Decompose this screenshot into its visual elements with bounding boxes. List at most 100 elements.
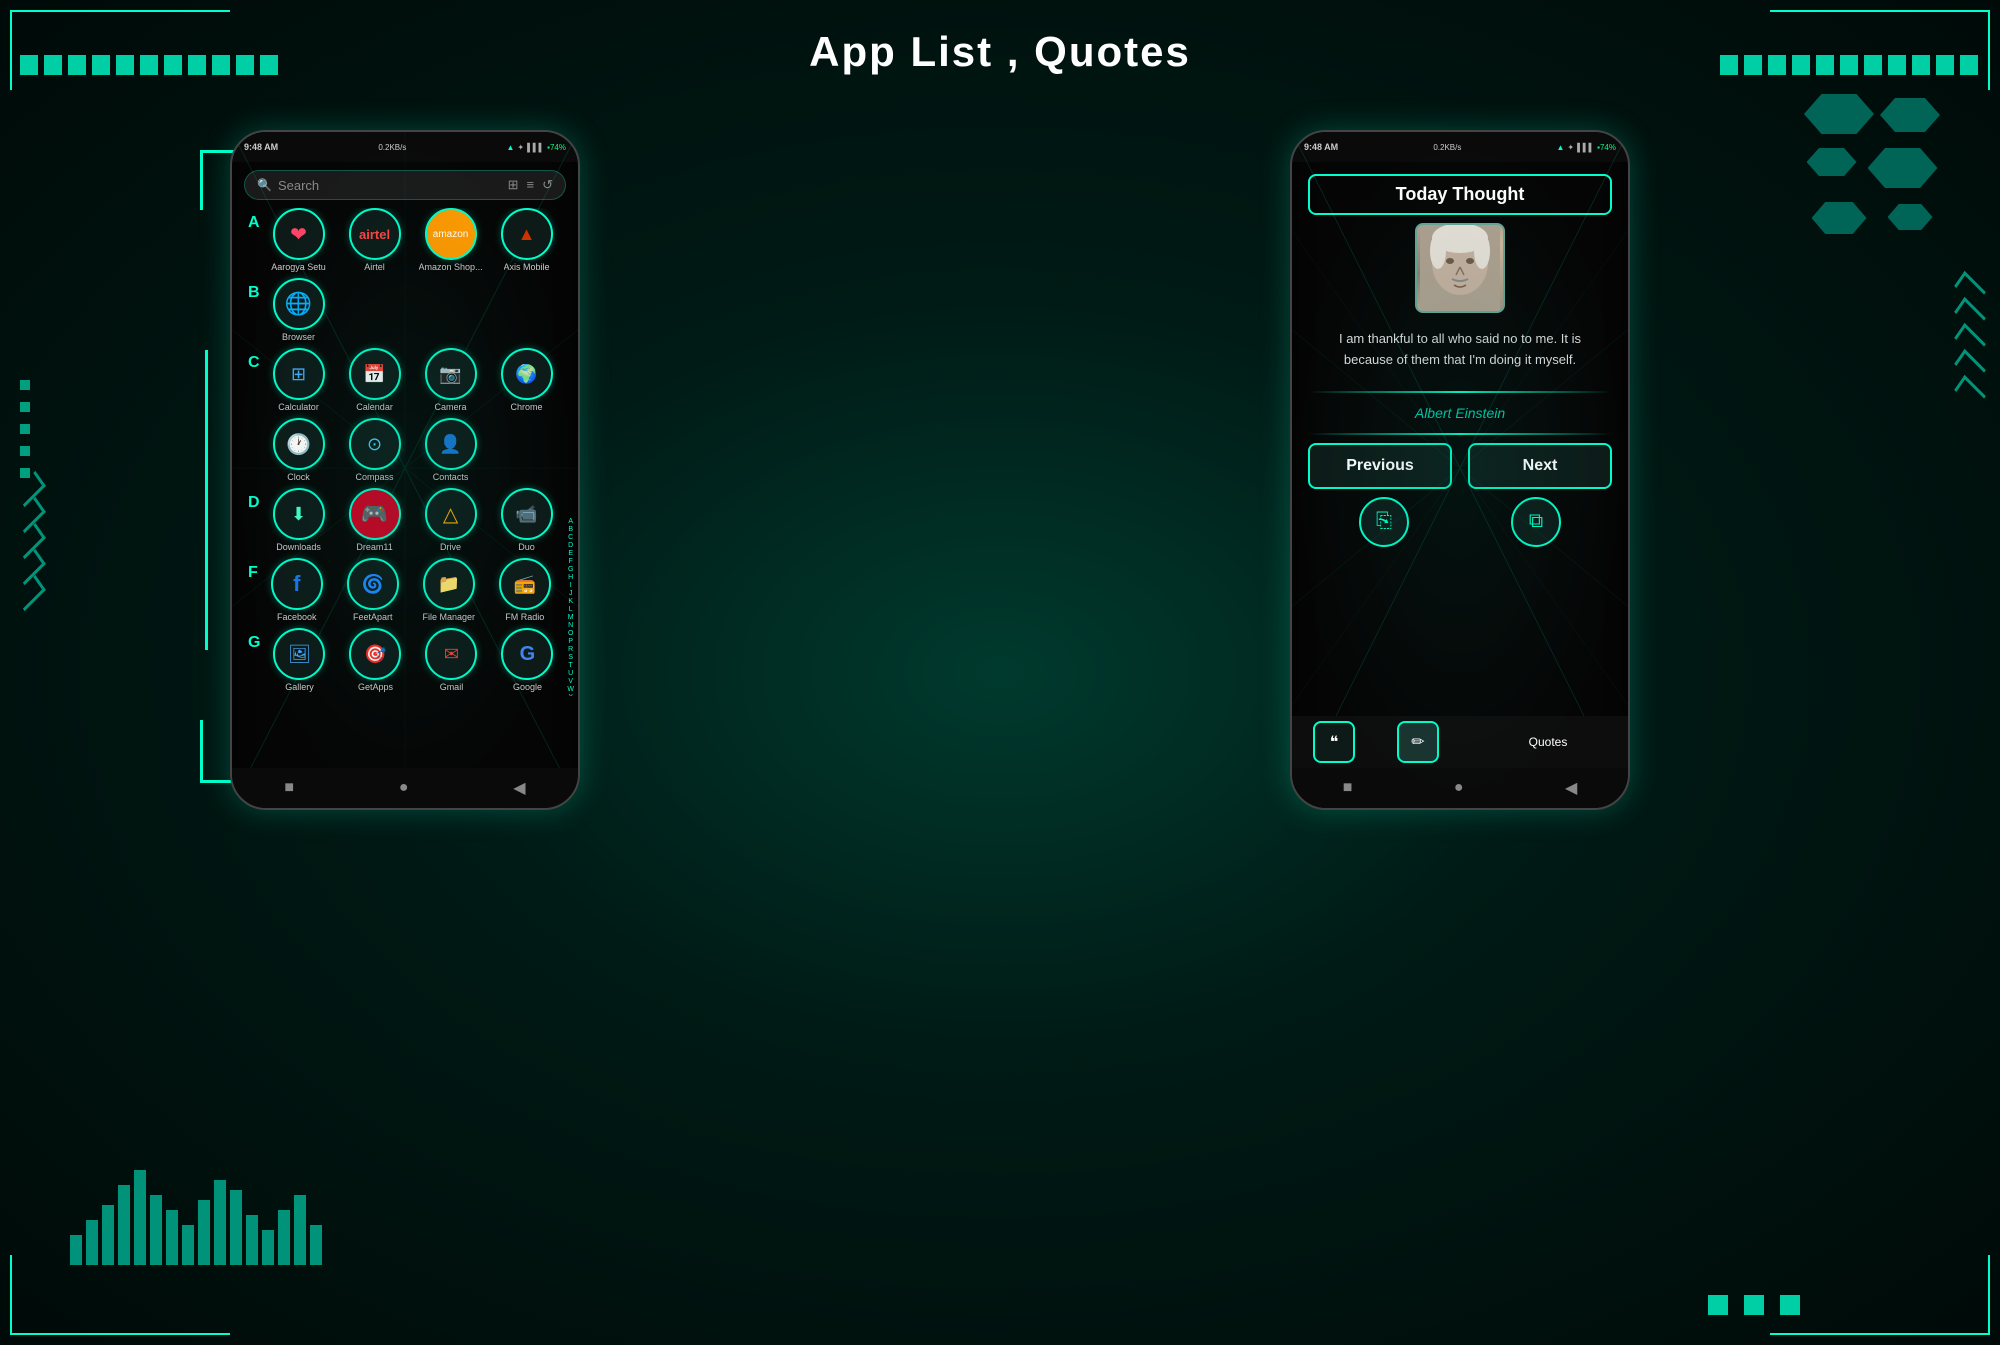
- dot-decoration: [20, 446, 30, 456]
- app-label-calendar: Calendar: [356, 402, 393, 412]
- bluetooth-icon: ✦: [517, 143, 524, 152]
- grid-view-icon[interactable]: ⊞: [508, 177, 519, 193]
- app-label-downloads: Downloads: [276, 542, 321, 552]
- nav-square-btn[interactable]: ■: [284, 779, 294, 797]
- app-label-drive: Drive: [440, 542, 461, 552]
- app-icon-clock[interactable]: 🕐: [273, 418, 325, 470]
- quotes-tab-btn[interactable]: ❝: [1313, 721, 1355, 763]
- app-icon-gallery[interactable]: 🖼: [273, 628, 325, 680]
- app-item-fmradio[interactable]: 📻 FM Radio: [490, 558, 560, 622]
- section-letter-d: D: [248, 494, 260, 512]
- app-icon-dream11[interactable]: 🎮: [349, 488, 401, 540]
- app-item-feetapart[interactable]: 🌀 FeetApart: [338, 558, 408, 622]
- quote-divider: [1308, 391, 1612, 393]
- app-item-clock[interactable]: 🕐 Clock: [264, 418, 334, 482]
- app-icon-google[interactable]: G: [501, 628, 553, 680]
- app-item-camera[interactable]: 📷 Camera: [416, 348, 486, 412]
- app-label-filemanager: File Manager: [423, 612, 476, 622]
- app-icon-contacts[interactable]: 👤: [425, 418, 477, 470]
- bar-item: [102, 1205, 114, 1265]
- app-icon-drive[interactable]: △: [425, 488, 477, 540]
- app-icon-compass[interactable]: ⊙: [349, 418, 401, 470]
- nav-home-btn[interactable]: ●: [399, 779, 409, 797]
- app-icon-fmradio[interactable]: 📻: [499, 558, 551, 610]
- tab-edit[interactable]: ✏: [1376, 721, 1460, 763]
- hex-shape: [1880, 98, 1940, 132]
- page-title: App List , Quotes: [809, 28, 1191, 76]
- app-item-gallery[interactable]: 🖼 Gallery: [264, 628, 334, 692]
- app-icon-axis[interactable]: ▲: [501, 208, 553, 260]
- quote-card: I am thankful to all who said no to me. …: [1308, 223, 1612, 435]
- share-button[interactable]: ⎘: [1359, 497, 1409, 547]
- section-letter-f: F: [248, 564, 258, 582]
- app-icon-aarogya-setu[interactable]: ❤: [273, 208, 325, 260]
- app-item-filemanager[interactable]: 📁 File Manager: [414, 558, 484, 622]
- section-letter-g: G: [248, 634, 260, 652]
- app-item-axis[interactable]: ▲ Axis Mobile: [492, 208, 562, 272]
- app-item-amazon[interactable]: amazon Amazon Shop...: [416, 208, 486, 272]
- bar-item: [246, 1215, 258, 1265]
- app-label-gmail: Gmail: [440, 682, 464, 692]
- app-icon-gmail[interactable]: ✉: [425, 628, 477, 680]
- thought-title: Today Thought: [1396, 184, 1525, 204]
- app-icon-downloads[interactable]: ⬇: [273, 488, 325, 540]
- app-item-compass[interactable]: ⊙ Compass: [340, 418, 410, 482]
- app-item-downloads[interactable]: ⬇ Downloads: [264, 488, 334, 552]
- app-icon-camera[interactable]: 📷: [425, 348, 477, 400]
- search-bar[interactable]: 🔍 Search ⊞ ≡ ↺: [244, 170, 566, 200]
- bar-item: [310, 1225, 322, 1265]
- nav-square-btn-r[interactable]: ■: [1343, 779, 1353, 797]
- search-input-placeholder[interactable]: Search: [278, 178, 502, 193]
- nav-back-btn-r[interactable]: ◀: [1565, 778, 1577, 798]
- nav-home-btn-r[interactable]: ●: [1454, 779, 1464, 797]
- app-item-google[interactable]: G Google: [492, 628, 562, 692]
- app-icon-duo[interactable]: 📹: [501, 488, 553, 540]
- app-item-calendar[interactable]: 📅 Calendar: [340, 348, 410, 412]
- bar-item: [70, 1235, 82, 1265]
- app-icon-getapps[interactable]: 🎯: [349, 628, 401, 680]
- bar-item: [198, 1200, 210, 1265]
- signal-icon: ▌▌▌: [527, 143, 544, 152]
- hex-shape: [1888, 204, 1933, 230]
- app-icon-feetapart[interactable]: 🌀: [347, 558, 399, 610]
- edit-tab-btn[interactable]: ✏: [1397, 721, 1439, 763]
- nav-back-btn[interactable]: ◀: [513, 778, 525, 798]
- refresh-icon[interactable]: ↺: [542, 177, 553, 193]
- list-view-icon[interactable]: ≡: [527, 177, 535, 193]
- wifi-icon: ▲: [506, 143, 514, 152]
- app-item-calculator[interactable]: ⊞ Calculator: [264, 348, 334, 412]
- tab-quotes-icon[interactable]: ❝: [1292, 721, 1376, 763]
- deco-lines-topright: [1720, 55, 1980, 75]
- app-item-browser[interactable]: 🌐 Browser: [264, 278, 334, 342]
- copy-button[interactable]: ⧉: [1511, 497, 1561, 547]
- bracket-deco: [205, 350, 208, 650]
- app-icon-browser[interactable]: 🌐: [273, 278, 325, 330]
- app-item-duo[interactable]: 📹 Duo: [492, 488, 562, 552]
- tab-label-area: Quotes: [1460, 735, 1628, 749]
- phone-nav-bar-right: ■ ● ◀: [1292, 768, 1628, 808]
- app-item-getapps[interactable]: 🎯 GetApps: [340, 628, 410, 692]
- app-icon-chrome[interactable]: 🌍: [501, 348, 553, 400]
- app-item-aarogya-setu[interactable]: ❤ Aarogya Setu: [264, 208, 334, 272]
- app-item-facebook[interactable]: f Facebook: [262, 558, 332, 622]
- hex-shape: [1807, 148, 1857, 176]
- bar-item: [134, 1170, 146, 1265]
- app-item-gmail[interactable]: ✉ Gmail: [416, 628, 486, 692]
- status-icons: ▲ ✦ ▌▌▌ ▪74%: [506, 143, 566, 152]
- app-icon-amazon[interactable]: amazon: [425, 208, 477, 260]
- app-item-contacts[interactable]: 👤 Contacts: [416, 418, 486, 482]
- app-item-chrome[interactable]: 🌍 Chrome: [492, 348, 562, 412]
- bar-item: [262, 1230, 274, 1265]
- app-label-browser: Browser: [282, 332, 315, 342]
- app-icon-calendar[interactable]: 📅: [349, 348, 401, 400]
- bar-chart: [70, 1165, 322, 1265]
- next-button[interactable]: Next: [1468, 443, 1612, 489]
- app-icon-filemanager[interactable]: 📁: [423, 558, 475, 610]
- app-icon-airtel[interactable]: airtel: [349, 208, 401, 260]
- previous-button[interactable]: Previous: [1308, 443, 1452, 489]
- app-item-airtel[interactable]: airtel Airtel: [340, 208, 410, 272]
- app-icon-calculator[interactable]: ⊞: [273, 348, 325, 400]
- app-icon-facebook[interactable]: f: [271, 558, 323, 610]
- app-item-dream11[interactable]: 🎮 Dream11: [340, 488, 410, 552]
- app-item-drive[interactable]: △ Drive: [416, 488, 486, 552]
